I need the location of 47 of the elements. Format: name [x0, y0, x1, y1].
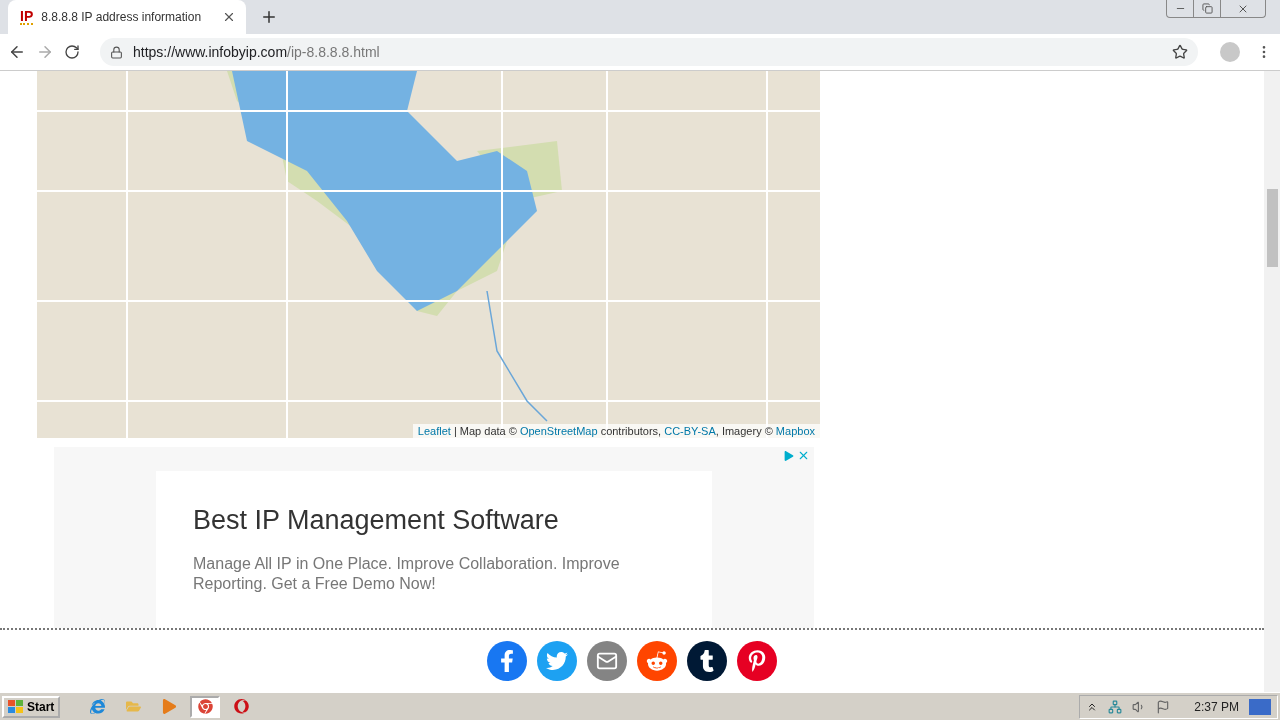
opera-icon: [233, 699, 249, 714]
start-button[interactable]: Start: [2, 695, 61, 718]
email-share-button[interactable]: [587, 641, 627, 681]
folder-icon: [125, 699, 141, 714]
restore-icon: [1201, 3, 1213, 14]
reddit-logo-icon: [646, 650, 668, 672]
browser-tab[interactable]: IP 8.8.8.8 IP address information: [8, 0, 246, 34]
envelope-icon: [596, 650, 618, 672]
clock: 2:37 PM: [1194, 699, 1239, 714]
close-icon[interactable]: [222, 10, 236, 24]
chrome-icon: [197, 699, 213, 714]
ad-title: Best IP Management Software: [193, 505, 560, 536]
back-icon[interactable]: [8, 43, 26, 61]
windows-logo-icon: [8, 699, 24, 714]
lock-icon: [110, 45, 123, 59]
taskbar-app[interactable]: [190, 695, 221, 718]
reload-icon[interactable]: [64, 44, 80, 60]
forward-icon[interactable]: [36, 43, 54, 61]
play-icon[interactable]: [784, 449, 794, 462]
map[interactable]: Leaflet | Map data © OpenStreetMap contributors, CC-BY-SA, Imagery © Mapbox: [37, 71, 820, 438]
twitter-logo-icon: [546, 650, 568, 672]
show-desktop-button[interactable]: [1249, 698, 1271, 715]
reddit-share-button[interactable]: [637, 641, 677, 681]
url-text: https://www.infobyip.com/ip-8.8.8.8.html: [133, 44, 381, 60]
tumblr-share-button[interactable]: [687, 641, 727, 681]
scrollbar[interactable]: [1264, 71, 1280, 692]
media-player-icon: [161, 699, 177, 714]
tab-title: 8.8.8.8 IP address information: [41, 10, 203, 24]
scrollbar-thumb[interactable]: [1266, 189, 1278, 267]
twitter-share-button[interactable]: [537, 641, 577, 681]
map-attribution: Leaflet | Map data © OpenStreetMap contributors, CC-BY-SA, Imagery © Mapbox: [412, 424, 820, 438]
star-icon[interactable]: [1172, 44, 1188, 60]
ie-icon: [89, 699, 105, 714]
pinterest-share-button[interactable]: [737, 641, 777, 681]
attribution-link[interactable]: CC-BY-SA: [664, 425, 716, 437]
facebook-share-button[interactable]: [487, 641, 527, 681]
ad-text: Manage All IP in One Place. Improve Collaboration. Improve Reporting. Get a Free Demo Now!: [193, 554, 621, 594]
attribution-link[interactable]: Mapbox: [775, 425, 815, 437]
new-tab-icon[interactable]: [260, 8, 278, 26]
flag-icon[interactable]: [1156, 699, 1171, 714]
address-bar[interactable]: https://www.infobyip.com/ip-8.8.8.8.html: [100, 38, 1198, 66]
network-icon[interactable]: [1108, 699, 1123, 714]
favicon: IP: [20, 9, 34, 25]
attribution-link[interactable]: OpenStreetMap: [519, 425, 598, 437]
attribution-link[interactable]: Leaflet: [417, 425, 451, 437]
pinterest-logo-icon: [746, 650, 768, 672]
ad-card[interactable]: Best IP Management Software Manage All IP in One Place. Improve Collaboration. Improve Reporting. Get a Free Demo Now!: [156, 471, 712, 628]
